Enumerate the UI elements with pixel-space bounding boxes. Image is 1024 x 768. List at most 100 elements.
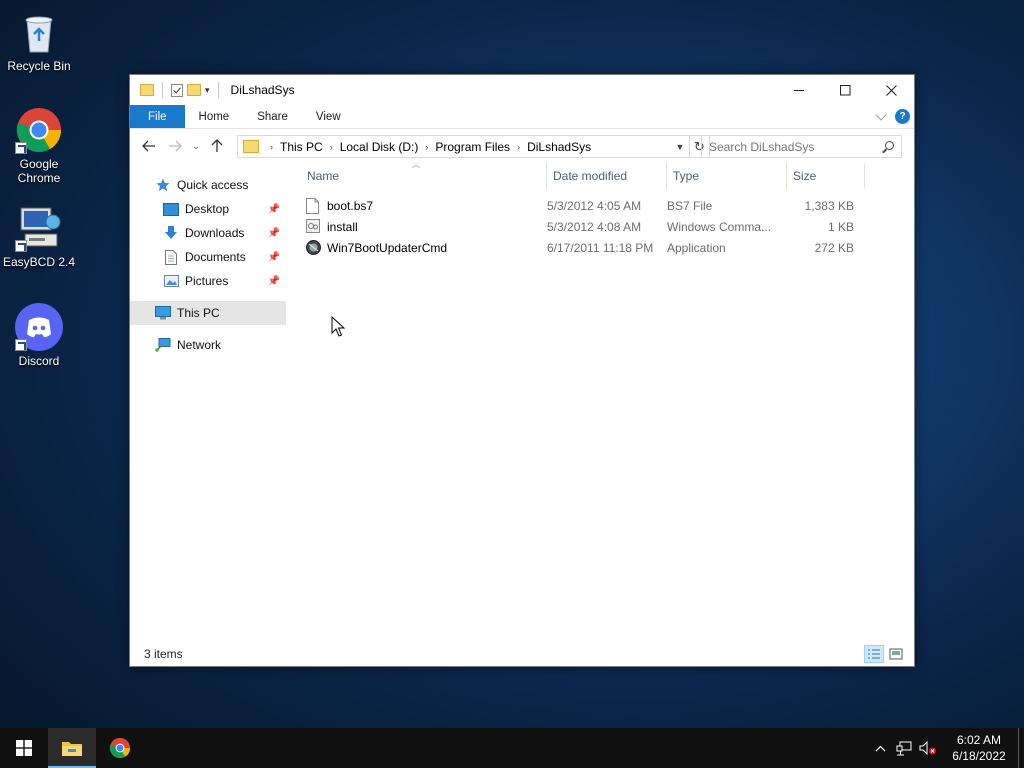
desktop-icon-label: Discord [18,354,60,368]
large-icons-view-icon [889,648,903,660]
file-list-pane[interactable]: ︿ Name Date modified Type Size boot.bs7 … [286,160,914,642]
desktop-icon-recycle-bin[interactable]: Recycle Bin [1,8,77,73]
start-button[interactable] [0,728,48,768]
mouse-cursor-icon [331,315,346,340]
file-icon [306,197,320,214]
sidebar-item-label: This PC [177,306,220,320]
desktop-icon-google-chrome[interactable]: Google Chrome [1,106,77,185]
window-title: DiLshadSys [230,83,295,97]
address-bar[interactable]: › This PC › Local Disk (D:) › Program Fi… [237,135,690,158]
ribbon-tabs: File Home Share View ? [130,105,914,129]
volume-button[interactable] [916,728,940,768]
chevron-up-icon [875,745,885,751]
expand-ribbon-icon[interactable] [875,108,887,121]
chevron-right-icon: › [425,141,429,152]
file-size: 1,383 KB [804,198,854,213]
discord-icon [15,303,63,351]
breadcrumb-local-disk[interactable]: Local Disk (D:) [340,140,419,154]
column-header-size[interactable]: Size [787,163,865,189]
column-headers: ︿ Name Date modified Type Size [286,160,914,189]
column-header-type[interactable]: Type [667,163,787,189]
close-button[interactable] [868,75,914,105]
desktop-icon-discord[interactable]: Discord [1,303,77,368]
sidebar-item-label: Downloads [185,226,245,240]
volume-muted-icon [919,741,936,755]
clock-date: 6/18/2022 [952,749,1006,763]
sidebar-item-label: Network [177,338,222,352]
search-icon [885,141,894,150]
chevron-right-icon: › [329,141,333,152]
app-icon [306,239,321,256]
file-name: boot.bs7 [327,198,374,213]
chrome-icon [109,737,131,759]
back-arrow-icon [142,140,155,152]
forward-button[interactable] [162,135,188,157]
column-header-date-modified[interactable]: Date modified [547,163,667,189]
sidebar-item-pictures[interactable]: Pictures 📌 [130,269,286,293]
star-icon [155,177,171,193]
sort-ascending-icon: ︿ [412,160,420,169]
pictures-icon [163,273,179,289]
sidebar-item-downloads[interactable]: Downloads 📌 [130,221,286,245]
file-type: Application [667,240,726,255]
file-type: BS7 File [667,198,713,213]
chevron-down-icon: ⌄ [192,140,200,151]
properties-icon[interactable] [171,83,183,97]
recycle-bin-icon [15,8,63,56]
sidebar-item-desktop[interactable]: Desktop 📌 [130,197,286,221]
tab-file[interactable]: File [130,105,185,128]
help-icon[interactable]: ? [895,109,910,124]
document-icon [163,249,179,265]
title-bar[interactable]: ▾ DiLshadSys [130,75,914,105]
search-placeholder: Search DiLshadSys [709,139,815,154]
table-row[interactable]: boot.bs7 5/3/2012 4:05 AM BS7 File 1,383… [286,195,914,216]
sidebar-item-label: Pictures [185,274,229,288]
details-view-button[interactable] [864,645,884,663]
file-size: 1 KB [827,219,854,234]
minimize-button[interactable] [776,75,822,105]
network-icon [155,337,171,353]
search-input[interactable]: Search DiLshadSys [701,135,902,158]
desktop-icon-easybcd[interactable]: EasyBCD 2.4 [1,204,77,269]
show-desktop-button[interactable] [1018,728,1024,768]
script-icon [306,218,320,235]
sidebar-item-this-pc[interactable]: This PC [130,301,286,325]
sidebar-item-quick-access[interactable]: Quick access [130,173,286,197]
minimize-icon [793,89,804,91]
file-explorer-icon [62,742,82,756]
maximize-button[interactable] [822,75,868,105]
pin-icon[interactable]: 📌 [268,204,280,215]
pin-icon[interactable]: 📌 [268,228,280,239]
pin-icon[interactable]: 📌 [268,252,280,263]
breadcrumb-dilshadsys[interactable]: DiLshadSys [527,140,591,154]
tab-share[interactable]: Share [243,105,302,128]
address-dropdown-icon[interactable]: ▼ [671,136,689,157]
desktop-folder-icon [163,201,179,217]
tab-view[interactable]: View [302,105,355,128]
taskbar-file-explorer[interactable] [48,728,96,768]
sidebar-item-label: Desktop [185,202,230,216]
file-date: 5/3/2012 4:05 AM [547,198,642,213]
taskbar-clock[interactable]: 6:02 AM 6/18/2022 [940,732,1018,764]
show-hidden-icons-button[interactable] [868,728,892,768]
taskbar-chrome[interactable] [96,728,144,768]
tab-home[interactable]: Home [185,105,244,128]
table-row[interactable]: Win7BootUpdaterCmd 6/17/2011 11:18 PM Ap… [286,237,914,258]
back-button[interactable] [136,135,162,157]
customize-toolbar-icon[interactable]: ▾ [205,85,210,96]
up-button[interactable] [204,135,230,157]
large-icons-view-button[interactable] [886,645,906,663]
windows-logo-icon [16,740,32,756]
file-name: install [327,219,358,234]
sidebar-item-network[interactable]: Network [130,333,286,357]
new-folder-icon[interactable] [187,84,201,96]
network-status-button[interactable] [892,728,916,768]
desktop-icon-label: EasyBCD 2.4 [2,255,76,269]
taskbar: 6:02 AM 6/18/2022 [0,728,1024,768]
sidebar-item-documents[interactable]: Documents 📌 [130,245,286,269]
table-row[interactable]: install 5/3/2012 4:08 AM Windows Comma..… [286,216,914,237]
breadcrumb-this-pc[interactable]: This PC [280,140,323,154]
breadcrumb-program-files[interactable]: Program Files [435,140,510,154]
recent-locations-button[interactable]: ⌄ [188,135,204,157]
pin-icon[interactable]: 📌 [268,276,280,287]
